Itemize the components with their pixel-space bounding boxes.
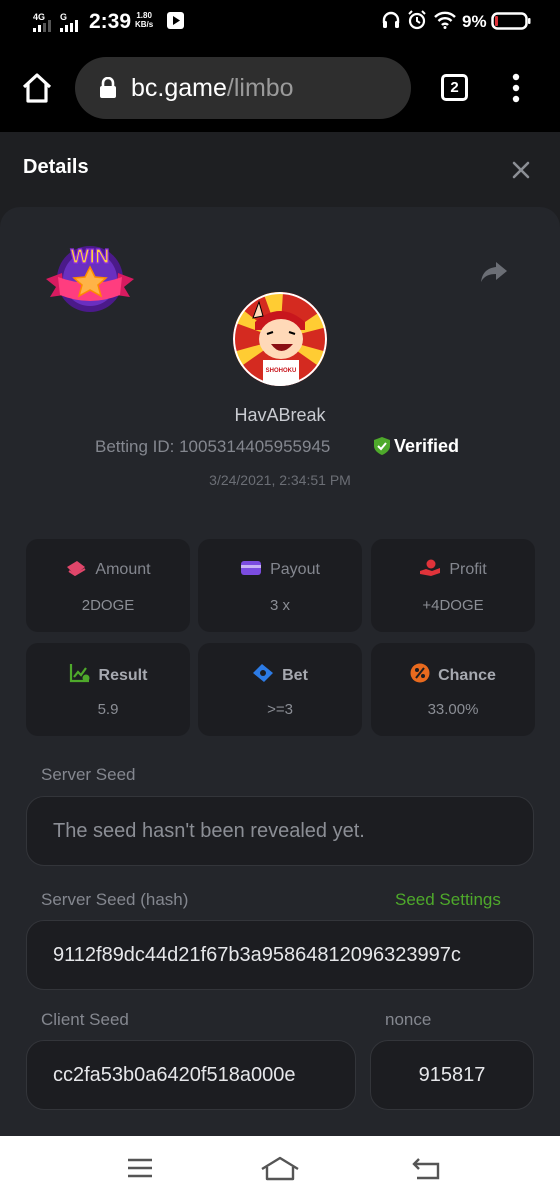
coins-icon xyxy=(67,561,86,577)
stat-chance: Chance 33.00% xyxy=(371,643,535,736)
url-path: /limbo xyxy=(226,74,294,102)
wifi-icon xyxy=(434,11,456,29)
lock-icon xyxy=(100,77,116,98)
stat-payout-label: Payout xyxy=(270,561,320,578)
stat-amount: Amount 2DOGE xyxy=(26,539,190,632)
stat-profit: Profit +4DOGE xyxy=(371,539,535,632)
stat-payout-value: 3 x xyxy=(269,597,290,614)
home-icon[interactable] xyxy=(21,72,53,104)
tab-switcher-button[interactable]: 2 xyxy=(441,74,468,101)
stat-bet: Bet >=3 xyxy=(198,643,362,736)
url-domain: bc.game xyxy=(131,74,227,102)
bet-details-modal: Details WIN SHOHOKU HavABreak Betting ID… xyxy=(0,132,560,1136)
nonce-value: 915817 xyxy=(418,1064,486,1086)
win-badge: WIN xyxy=(46,245,134,312)
stat-amount-label: Amount xyxy=(95,561,151,578)
shield-check-icon xyxy=(374,437,390,455)
nonce-label: nonce xyxy=(385,1010,432,1029)
client-seed-field[interactable]: cc2fa53b0a6420f518a000e xyxy=(26,1040,356,1110)
stat-profit-label: Profit xyxy=(449,561,487,578)
percent-icon xyxy=(410,663,430,683)
overflow-menu-icon[interactable] xyxy=(510,73,522,103)
chart-icon xyxy=(69,664,90,683)
server-seed-field[interactable]: The seed hasn't been revealed yet. xyxy=(26,796,534,866)
stat-amount-value: 2DOGE xyxy=(81,597,135,614)
stat-bet-label: Bet xyxy=(282,667,308,684)
stat-payout: Payout 3 x xyxy=(198,539,362,632)
username: HavABreak xyxy=(234,405,326,425)
clock: 2:39 xyxy=(89,10,132,33)
server-seed-label: Server Seed xyxy=(41,765,136,784)
server-seed-hash-value: 9112f89dc44d21f67b3a95864812096323997c xyxy=(53,944,461,966)
status-bar: 4G G 2:39 1.80 KB/s 9% xyxy=(0,0,560,44)
nonce-field[interactable]: 915817 xyxy=(370,1040,534,1110)
share-icon[interactable] xyxy=(480,260,508,284)
menu-icon[interactable] xyxy=(127,1158,153,1178)
back-icon[interactable] xyxy=(411,1156,441,1180)
server-seed-hash-field[interactable]: 9112f89dc44d21f67b3a95864812096323997c xyxy=(26,920,534,990)
youtube-notification-icon xyxy=(167,12,184,29)
stat-result: Result 5.9 xyxy=(26,643,190,736)
alarm-icon xyxy=(408,10,426,30)
close-icon[interactable] xyxy=(510,159,532,181)
win-badge-text: WIN xyxy=(71,246,110,268)
speed-unit: KB/s xyxy=(135,20,154,29)
ticket-icon xyxy=(253,664,274,682)
verified-label: Verified xyxy=(394,436,460,456)
wallet-icon xyxy=(241,561,262,575)
server-seed-hash-label: Server Seed (hash) xyxy=(41,890,189,909)
speed-value: 1.80 xyxy=(136,11,152,20)
headphones-icon xyxy=(382,11,400,28)
bet-details-card: WIN SHOHOKU HavABreak Betting ID: 100531… xyxy=(0,207,560,1136)
stat-chance-value: 33.00% xyxy=(427,701,479,718)
home-nav-icon[interactable] xyxy=(260,1155,300,1181)
server-seed-value: The seed hasn't been revealed yet. xyxy=(53,820,365,842)
stat-profit-value: +4DOGE xyxy=(422,597,484,614)
browser-toolbar: bc.game/limbo 2 xyxy=(0,44,560,132)
address-bar[interactable]: bc.game/limbo xyxy=(75,57,411,119)
battery-percent: 9% xyxy=(462,12,487,31)
avatar: SHOHOKU xyxy=(233,292,327,386)
signal-2-icon xyxy=(60,20,78,32)
stat-result-label: Result xyxy=(98,667,148,684)
battery-icon xyxy=(491,12,531,30)
signal-1-icon xyxy=(33,20,51,32)
network-speed: 1.80 KB/s xyxy=(135,11,153,29)
stat-chance-label: Chance xyxy=(438,667,496,684)
stat-result-value: 5.9 xyxy=(97,701,119,718)
client-seed-value: cc2fa53b0a6420f518a000e xyxy=(53,1064,296,1086)
url-text: bc.game/limbo xyxy=(131,74,294,103)
hand-coin-icon xyxy=(420,559,441,576)
seed-settings-link[interactable]: Seed Settings xyxy=(395,890,501,910)
verified-badge[interactable]: Verified xyxy=(374,436,459,457)
betting-id: Betting ID: 1005314405955945 xyxy=(95,437,331,456)
system-navigation-bar xyxy=(0,1136,560,1200)
modal-title: Details xyxy=(23,156,89,178)
avatar-jersey-text: SHOHOKU xyxy=(266,368,297,374)
stat-bet-value: >=3 xyxy=(267,701,293,718)
bet-timestamp: 3/24/2021, 2:34:51 PM xyxy=(209,472,351,488)
client-seed-label: Client Seed xyxy=(41,1010,129,1029)
